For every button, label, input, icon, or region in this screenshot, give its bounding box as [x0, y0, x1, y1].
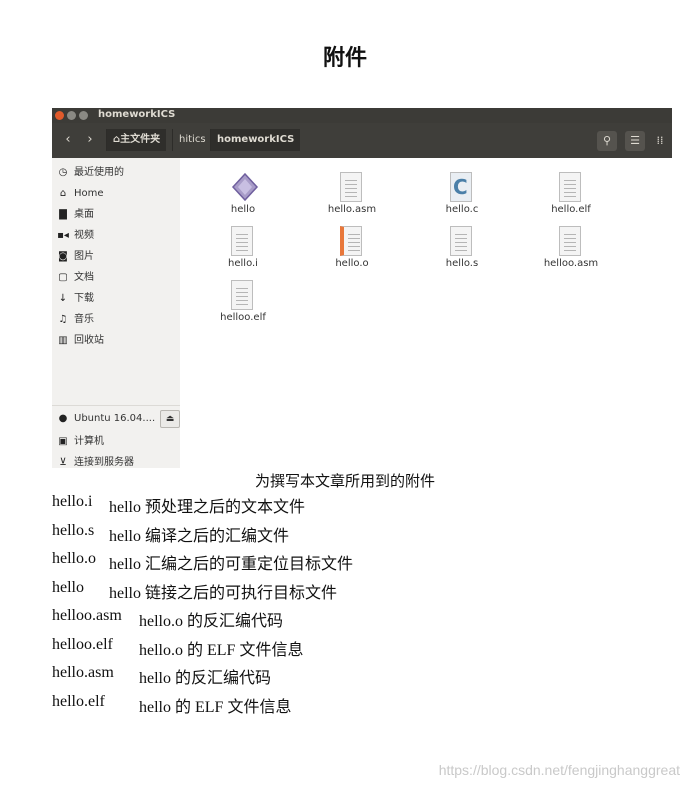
window-titlebar: homeworkICS — [52, 108, 672, 123]
camera-icon: ◙ — [58, 251, 68, 262]
sidebar-item-ubuntu-disk[interactable]: ● Ubuntu 16.04.... — [56, 410, 156, 428]
text-file-icon — [559, 172, 583, 202]
window-minimize-button[interactable] — [67, 111, 76, 120]
file-item[interactable]: C hello.c — [412, 164, 512, 216]
sidebar-item-trash[interactable]: ▥ 回收站 — [56, 332, 104, 350]
file-item[interactable]: hello — [193, 164, 293, 216]
file-item[interactable]: hello.i — [193, 218, 293, 270]
chevron-right-icon[interactable]: › — [80, 130, 100, 150]
text-file-icon — [450, 226, 474, 256]
file-grid: hello hello.asm C hello.c hello.elf hell… — [180, 158, 672, 468]
figure-caption: 为撰写本文章所用到的附件 — [254, 472, 435, 490]
music-icon: ♫ — [58, 314, 68, 325]
download-icon: ↓ — [58, 293, 68, 304]
eject-icon[interactable]: ⏏ — [160, 410, 180, 428]
sidebar-item-desktop[interactable]: ▇ 桌面 — [56, 206, 94, 224]
search-icon[interactable]: ⚲ — [597, 131, 617, 151]
sidebar-item-connect-server[interactable]: ⊻ 连接到服务器 — [56, 454, 134, 468]
chevron-left-icon[interactable]: ‹ — [58, 130, 78, 150]
sidebar-item-pictures[interactable]: ◙ 图片 — [56, 248, 94, 266]
sidebar-item-downloads[interactable]: ↓ 下载 — [56, 290, 94, 308]
home-icon: ⌂ — [59, 188, 67, 199]
text-file-icon — [559, 226, 583, 256]
file-item[interactable]: hello.asm — [302, 164, 402, 216]
file-item[interactable]: hello.elf — [521, 164, 621, 216]
text-file-icon — [231, 280, 255, 310]
list-view-icon[interactable]: ☰ — [625, 131, 645, 151]
text-file-icon — [231, 226, 255, 256]
file-manager-window: homeworkICS ‹ › ⌂主文件夹 hitics homeworkICS… — [52, 108, 672, 468]
file-item[interactable]: helloo.asm — [521, 218, 621, 270]
window-title: homeworkICS — [98, 109, 176, 120]
window-close-button[interactable] — [55, 111, 64, 120]
disk-icon: ● — [58, 413, 68, 424]
sidebar-item-music[interactable]: ♫ 音乐 — [56, 311, 94, 329]
server-icon: ⊻ — [59, 457, 67, 468]
video-icon: ▪◂ — [57, 230, 69, 241]
sidebar: ◷ 最近使用的 ⌂ Home ▇ 桌面 ▪◂ 视频 ◙ 图片 ▢ 文档 ↓ 下载 ♫ 音乐 ▥ 回… — [52, 158, 182, 468]
file-item[interactable]: helloo.elf — [193, 272, 293, 324]
executable-icon — [231, 172, 259, 202]
sidebar-item-recent[interactable]: ◷ 最近使用的 — [56, 164, 124, 182]
sidebar-item-computer[interactable]: ▣ 计算机 — [56, 433, 104, 451]
document-icon: ▢ — [58, 272, 68, 283]
clock-icon: ◷ — [58, 167, 68, 178]
grid-view-icon[interactable]: ⁞⁞ — [650, 131, 670, 151]
sidebar-item-documents[interactable]: ▢ 文档 — [56, 269, 94, 287]
breadcrumb-home[interactable]: ⌂主文件夹 — [106, 129, 167, 151]
breadcrumb-homeworkics[interactable]: homeworkICS — [210, 129, 301, 151]
object-file-icon — [340, 226, 364, 256]
trash-icon: ▥ — [58, 335, 68, 346]
breadcrumb-hitics[interactable]: hitics — [172, 129, 212, 151]
window-maximize-button[interactable] — [79, 111, 88, 120]
sidebar-divider — [52, 405, 180, 406]
file-item[interactable]: hello.s — [412, 218, 512, 270]
file-item[interactable]: hello.o — [302, 218, 402, 270]
text-file-icon — [340, 172, 364, 202]
page-title: 附件 — [322, 46, 367, 71]
toolbar: ‹ › ⌂主文件夹 hitics homeworkICS ⚲ ☰ ⁞⁞ — [52, 123, 672, 158]
sidebar-item-home[interactable]: ⌂ Home — [56, 185, 104, 203]
folder-icon: ▇ — [59, 209, 67, 220]
c-source-icon: C — [450, 172, 474, 202]
computer-icon: ▣ — [58, 436, 68, 447]
watermark: https://blog.csdn.net/fengjinghanggreat — [438, 762, 680, 778]
sidebar-item-videos[interactable]: ▪◂ 视频 — [56, 227, 94, 245]
